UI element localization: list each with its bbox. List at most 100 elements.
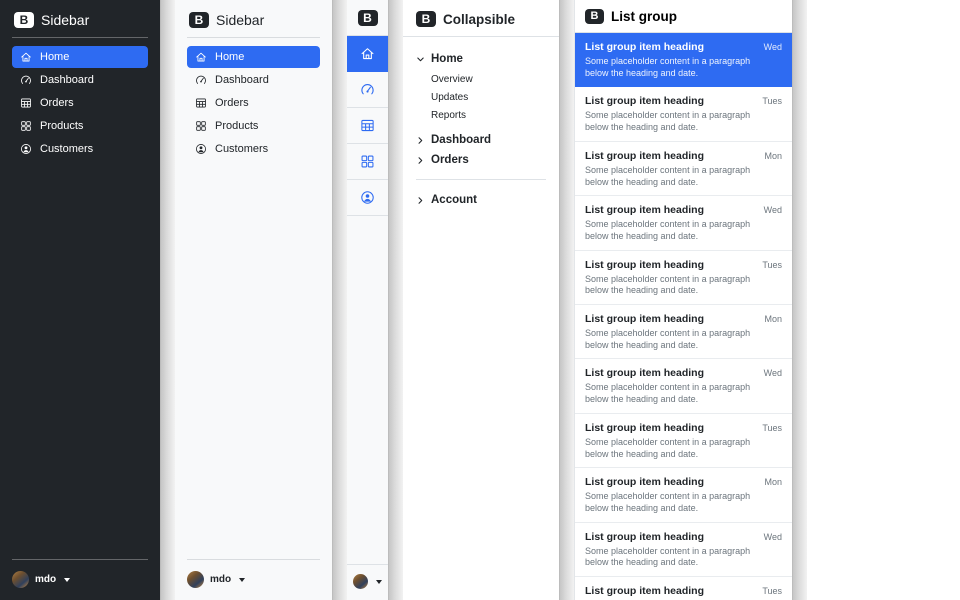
- bootstrap-logo-icon: B: [358, 10, 378, 26]
- list-item-heading: List group item heading: [585, 259, 704, 271]
- collapsible-brand-link[interactable]: B Collapsible: [403, 0, 559, 37]
- nav-icon-orders[interactable]: [347, 108, 388, 144]
- list-item-top-row: List group item heading Wed: [585, 367, 782, 379]
- user-name: mdo: [35, 574, 56, 585]
- list-item-top-row: List group item heading Tues: [585, 422, 782, 434]
- house-icon: [360, 46, 375, 61]
- icon-only-sidebar: B: [347, 0, 388, 600]
- icon-sidebar-footer: [347, 564, 388, 600]
- tree-label: Account: [431, 194, 477, 206]
- light-sidebar-footer: mdo: [187, 559, 320, 588]
- tree-toggle-orders[interactable]: Orders: [416, 150, 546, 170]
- bootstrap-logo-icon: B: [585, 9, 604, 24]
- list-item-heading: List group item heading: [585, 95, 704, 107]
- nav-item-home[interactable]: Home: [187, 46, 320, 68]
- list-group-item[interactable]: List group item heading Wed Some placeho…: [575, 196, 792, 250]
- table-icon: [195, 97, 207, 109]
- divider-line: [12, 559, 148, 560]
- tree-label: Orders: [431, 154, 469, 166]
- tree-subitem-reports[interactable]: Reports: [431, 106, 546, 124]
- dark-sidebar: B Sidebar Home Dashboard Orders Products: [0, 0, 160, 600]
- nav-icon-customers[interactable]: [347, 180, 388, 216]
- tree-toggle-home[interactable]: Home: [416, 49, 546, 69]
- tree-toggle-account[interactable]: Account: [416, 190, 546, 210]
- nav-icon-products[interactable]: [347, 144, 388, 180]
- list-item-heading: List group item heading: [585, 204, 704, 216]
- tree-subitem-updates[interactable]: Updates: [431, 88, 546, 106]
- list-item-top-row: List group item heading Tues: [585, 585, 782, 597]
- list-group-item[interactable]: List group item heading Tues Some placeh…: [575, 87, 792, 141]
- list-group-item[interactable]: List group item heading Tues Some placeh…: [575, 251, 792, 305]
- list-group-item[interactable]: List group item heading Wed Some placeho…: [575, 523, 792, 577]
- icon-sidebar-nav: [347, 35, 388, 216]
- list-group-item[interactable]: List group item heading Tues Some placeh…: [575, 577, 792, 600]
- nav-item-customers[interactable]: Customers: [12, 138, 148, 160]
- list-item-heading: List group item heading: [585, 150, 704, 162]
- user-dropdown[interactable]: [353, 574, 382, 589]
- light-sidebar-brand-link[interactable]: B Sidebar: [187, 11, 320, 37]
- bootstrap-sidebars-page: B Sidebar Home Dashboard Orders Products: [0, 0, 960, 600]
- nav-item-customers[interactable]: Customers: [187, 138, 320, 160]
- list-item-body: Some placeholder content in a paragraph …: [585, 546, 753, 570]
- user-dropdown[interactable]: mdo: [12, 568, 148, 588]
- list-item-body: Some placeholder content in a paragraph …: [585, 274, 753, 298]
- light-sidebar: B Sidebar Home Dashboard Orders Products: [175, 0, 332, 600]
- list-group-item[interactable]: List group item heading Mon Some placeho…: [575, 305, 792, 359]
- grid-icon: [195, 120, 207, 132]
- list-group-item[interactable]: List group item heading Mon Some placeho…: [575, 142, 792, 196]
- list-group-item[interactable]: List group item heading Wed Some placeho…: [575, 33, 792, 87]
- person-circle-icon: [195, 143, 207, 155]
- list-item-day: Tues: [762, 423, 782, 433]
- nav-icon-dashboard[interactable]: [347, 72, 388, 108]
- nav-item-label: Orders: [215, 97, 249, 109]
- speedometer-icon: [360, 82, 375, 97]
- list-item-day: Tues: [762, 586, 782, 596]
- list-item-day: Mon: [764, 477, 782, 487]
- tree-subitem-overview[interactable]: Overview: [431, 70, 546, 88]
- icon-sidebar-brand-link[interactable]: B: [347, 0, 388, 35]
- example-divider: [388, 0, 403, 600]
- nav-item-products[interactable]: Products: [12, 115, 148, 137]
- nav-icon-home[interactable]: [347, 36, 388, 72]
- nav-item-home[interactable]: Home: [12, 46, 148, 68]
- list-item-heading: List group item heading: [585, 531, 704, 543]
- list-item-body: Some placeholder content in a paragraph …: [585, 382, 753, 406]
- divider-line: [187, 37, 320, 38]
- nav-item-label: Home: [215, 51, 244, 63]
- list-group-brand-link[interactable]: B List group: [575, 0, 792, 33]
- divider-line: [12, 37, 148, 38]
- list-item-top-row: List group item heading Mon: [585, 313, 782, 325]
- nav-item-label: Home: [40, 51, 69, 63]
- list-item-body: Some placeholder content in a paragraph …: [585, 110, 753, 134]
- list-group-item[interactable]: List group item heading Wed Some placeho…: [575, 359, 792, 413]
- caret-down-icon: [376, 580, 382, 584]
- list-group-item[interactable]: List group item heading Tues Some placeh…: [575, 414, 792, 468]
- list-group-item[interactable]: List group item heading Mon Some placeho…: [575, 468, 792, 522]
- example-divider: [332, 0, 347, 600]
- user-dropdown[interactable]: mdo: [187, 568, 320, 588]
- nav-item-label: Customers: [215, 143, 268, 155]
- nav-item-dashboard[interactable]: Dashboard: [187, 69, 320, 91]
- list-item-heading: List group item heading: [585, 585, 704, 597]
- nav-item-orders[interactable]: Orders: [187, 92, 320, 114]
- collapsible-sidebar: B Collapsible Home Overview Updates Repo…: [403, 0, 559, 600]
- nav-item-orders[interactable]: Orders: [12, 92, 148, 114]
- list-item-heading: List group item heading: [585, 41, 704, 53]
- list-item-body: Some placeholder content in a paragraph …: [585, 219, 753, 243]
- tree-toggle-dashboard[interactable]: Dashboard: [416, 130, 546, 150]
- nav-item-products[interactable]: Products: [187, 115, 320, 137]
- nav-item-label: Customers: [40, 143, 93, 155]
- user-name: mdo: [210, 574, 231, 585]
- chevron-right-icon: [416, 156, 425, 165]
- divider-line: [187, 559, 320, 560]
- page-background: [807, 0, 960, 600]
- collapsible-title: Collapsible: [443, 12, 515, 27]
- table-icon: [20, 97, 32, 109]
- tree-label: Home: [431, 53, 463, 65]
- list-item-day: Mon: [764, 314, 782, 324]
- list-item-heading: List group item heading: [585, 422, 704, 434]
- nav-item-label: Products: [40, 120, 83, 132]
- nav-item-dashboard[interactable]: Dashboard: [12, 69, 148, 91]
- list-item-heading: List group item heading: [585, 476, 704, 488]
- dark-sidebar-brand-link[interactable]: B Sidebar: [12, 11, 148, 37]
